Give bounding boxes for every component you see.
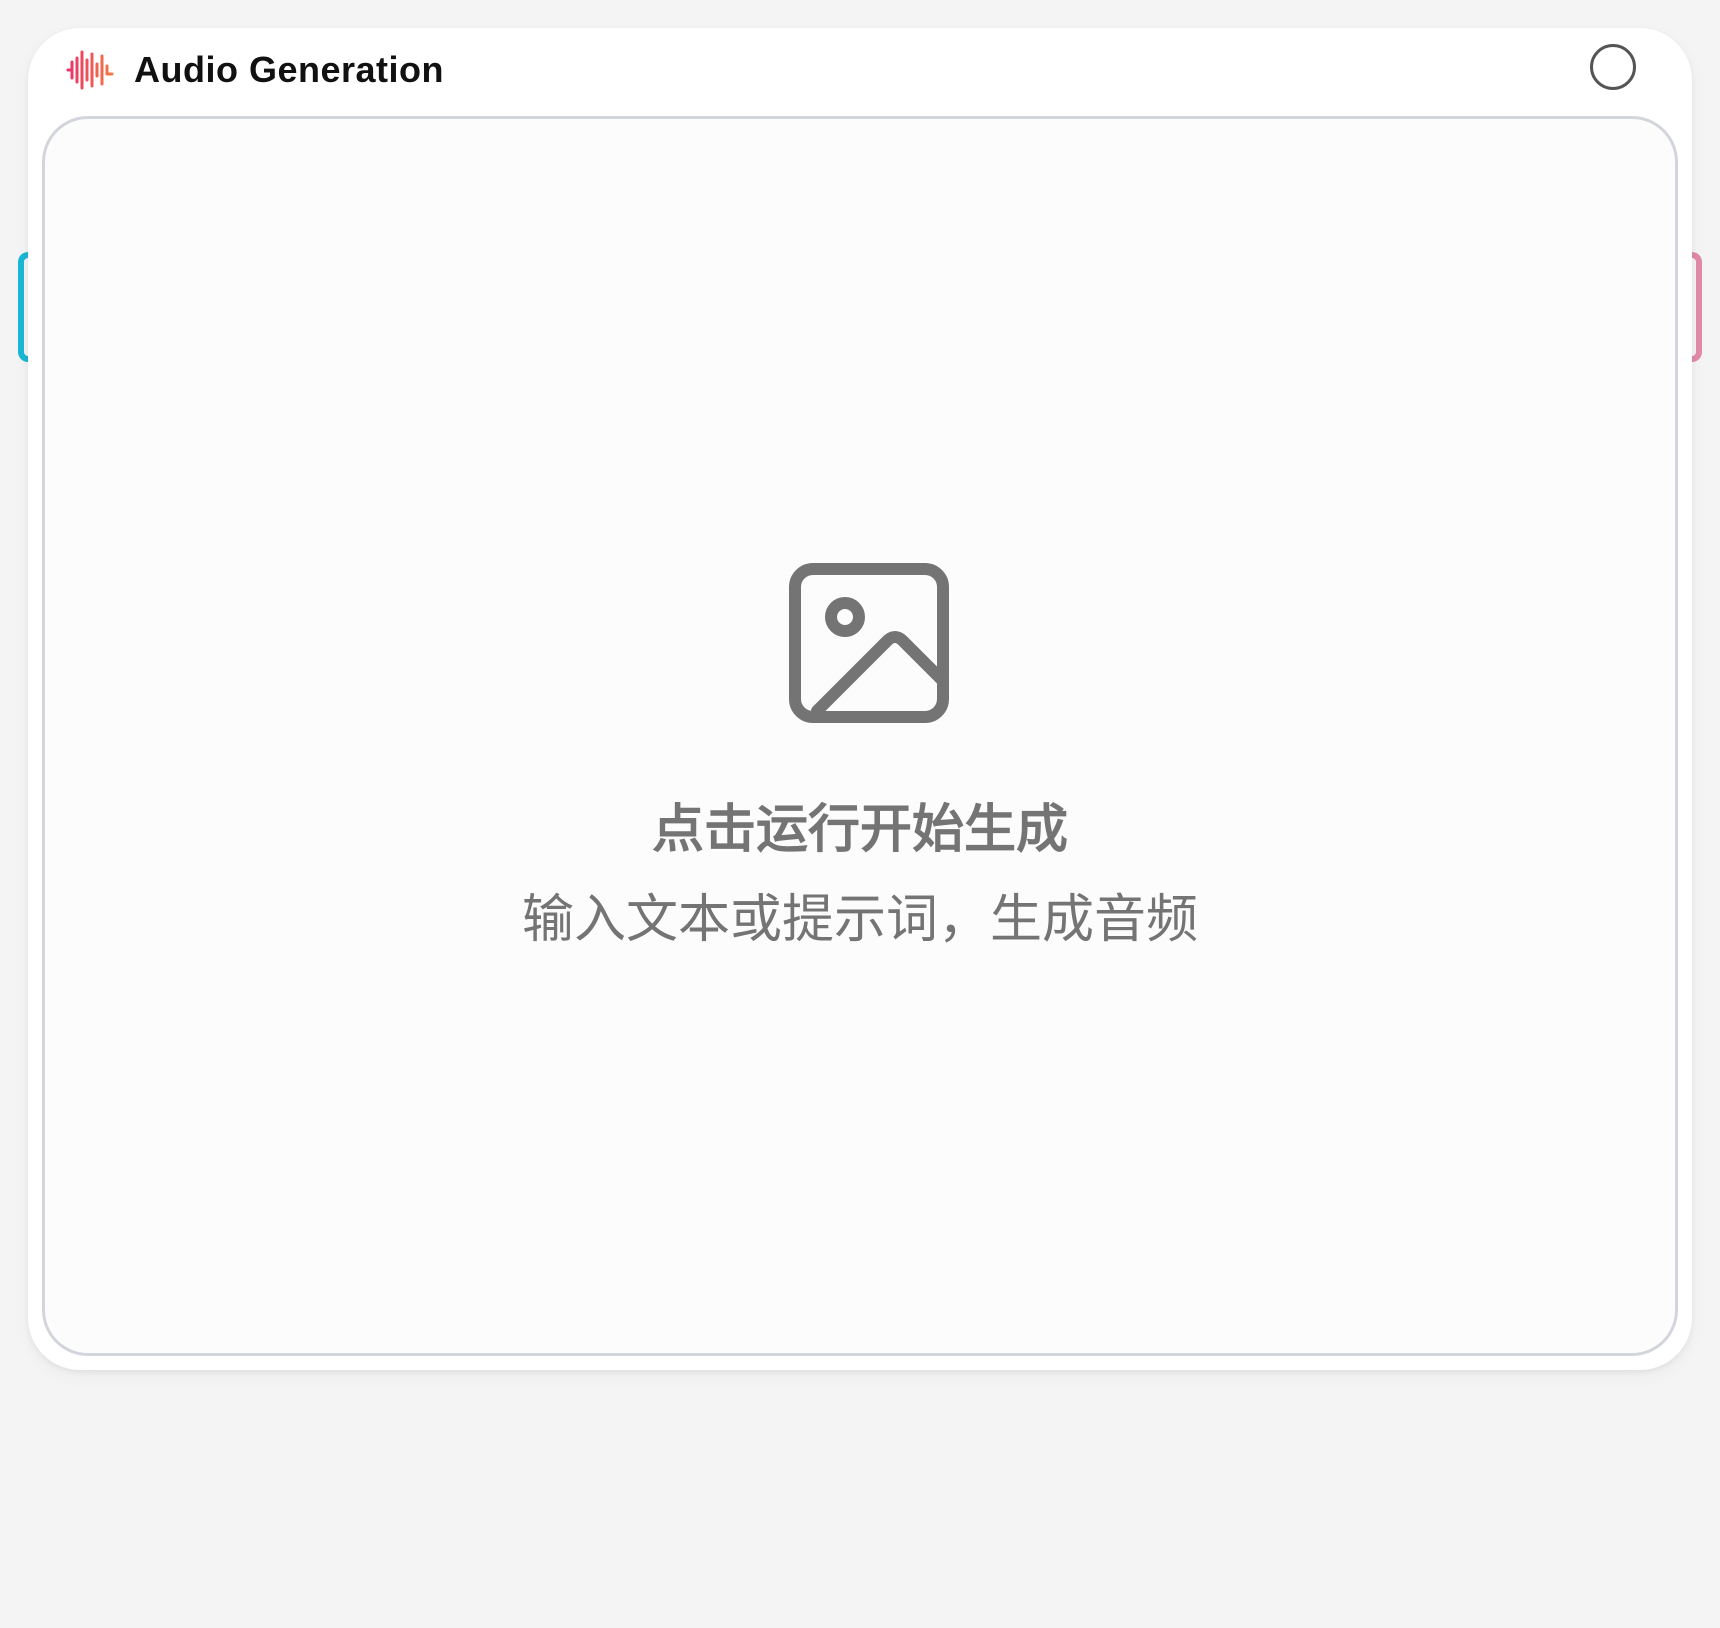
status-circle-icon[interactable] <box>1590 44 1636 90</box>
preview-panel: 点击运行开始生成 输入文本或提示词，生成音频 <box>42 116 1678 1356</box>
node-header[interactable]: Audio Generation <box>28 28 1692 116</box>
placeholder-subtitle: 输入文本或提示词，生成音频 <box>521 891 1198 949</box>
node-title: Audio Generation <box>134 49 445 90</box>
placeholder-title: 点击运行开始生成 <box>651 801 1068 859</box>
audio-generation-node[interactable]: Audio Generation 点击运行开始生成 输入文本或提示词，生成音频 <box>28 28 1692 1370</box>
waveform-icon <box>66 50 114 90</box>
image-placeholder-icon <box>789 563 949 723</box>
